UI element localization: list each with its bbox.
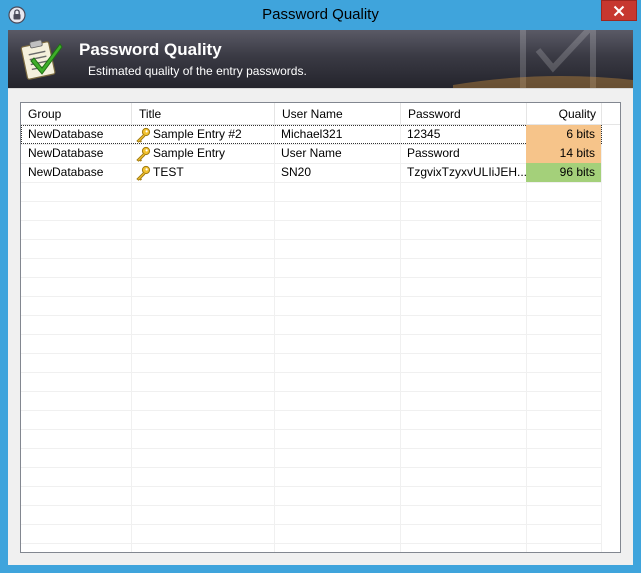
grid-line [21,334,602,335]
dialog-window: Password Quality Password Quality Estima… [0,0,641,573]
grid-line [21,448,602,449]
grid-line [21,524,602,525]
entry-title: Sample Entry [153,146,226,160]
grid-line [21,372,602,373]
banner-divider [8,88,633,89]
grid-line [131,125,132,552]
grid-line [21,201,602,202]
watermark-checklist-icon [453,30,633,88]
grid-line [21,277,602,278]
grid-line [21,296,602,297]
dialog-client-area: Password Quality Estimated quality of th… [8,30,633,565]
grid-line [21,429,602,430]
column-header-username[interactable]: User Name [275,103,401,125]
grid-line [526,125,527,552]
key-icon [136,127,151,143]
key-icon [136,165,151,181]
grid-line [21,391,602,392]
grid-line [274,125,275,552]
cell-group: NewDatabase [28,146,104,160]
cell-username: SN20 [281,165,312,179]
entry-title: Sample Entry #2 [153,127,242,141]
cell-group: NewDatabase [28,165,104,179]
table-row[interactable]: NewDatabase Sample Entry #2 Michael321 1… [21,125,602,144]
column-header-title[interactable]: Title [132,103,275,125]
close-button[interactable] [601,0,637,21]
grid-line [21,258,602,259]
grid-line [21,486,602,487]
grid-line [400,125,401,552]
table-row[interactable]: NewDatabase Sample Entry User Name Passw… [21,144,602,163]
grid-line [21,543,602,544]
list-header: Group Title User Name Password Quality [21,103,620,125]
table-row[interactable]: NewDatabase TEST SN20 TzgvixTzyxvULIiJEH… [21,163,602,182]
grid-line [21,353,602,354]
cell-title: TEST [131,163,274,182]
grid-line [21,410,602,411]
cell-username: Michael321 [281,127,343,141]
grid-line [21,467,602,468]
grid-line [21,220,602,221]
password-quality-list[interactable]: Group Title User Name Password Quality N… [20,102,621,553]
grid-line [21,239,602,240]
cell-quality: 6 bits [526,125,601,144]
key-icon [136,146,151,162]
grid-line [21,315,602,316]
banner: Password Quality Estimated quality of th… [8,30,633,88]
banner-subtitle: Estimated quality of the entry passwords… [88,64,307,78]
banner-title: Password Quality [79,40,222,59]
checklist-icon [20,39,63,80]
column-header-quality[interactable]: Quality [527,103,602,125]
cell-password: Password [407,146,460,160]
cell-quality: 14 bits [526,144,601,163]
cell-group: NewDatabase [28,127,104,141]
column-header-group[interactable]: Group [21,103,132,125]
title-bar[interactable]: Password Quality [0,0,641,30]
cell-password: TzgvixTzyxvULIiJEH... [407,165,526,179]
cell-password: 12345 [407,127,441,141]
entry-title: TEST [153,165,184,179]
grid-line [21,182,602,183]
cell-title: Sample Entry [131,144,274,163]
cell-title: Sample Entry #2 [131,125,274,144]
cell-username: User Name [281,146,342,160]
grid-line [601,125,602,552]
cell-quality: 96 bits [526,163,601,182]
column-header-password[interactable]: Password [401,103,527,125]
close-icon [613,5,625,16]
grid-line [21,505,602,506]
window-title: Password Quality [262,6,379,23]
